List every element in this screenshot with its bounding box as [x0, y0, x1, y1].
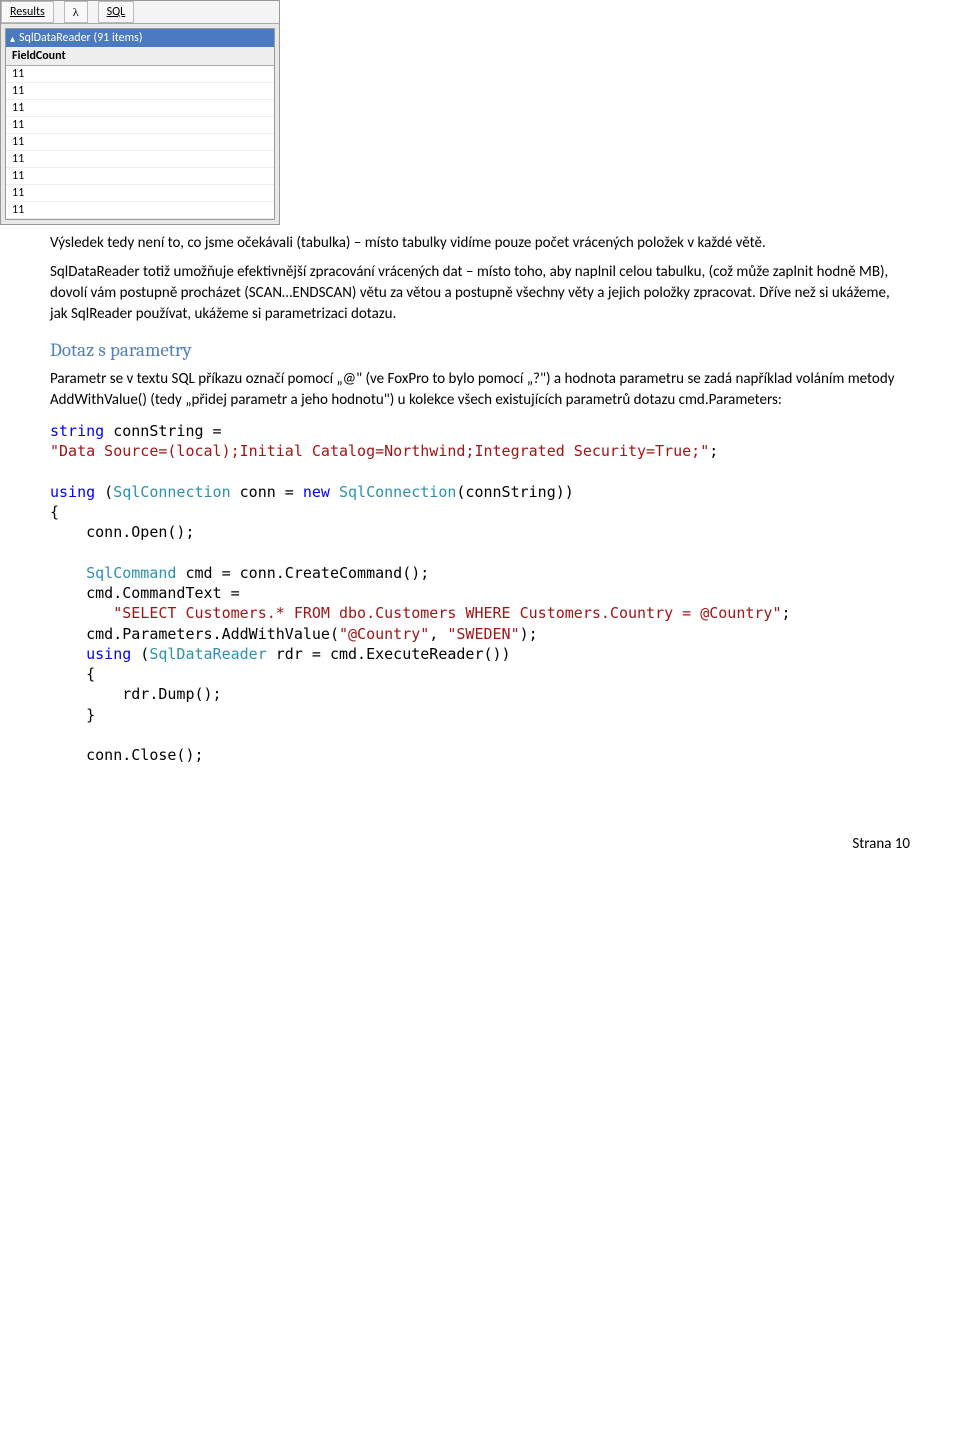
tab-bar: Results λ SQL	[1, 1, 279, 24]
table-row: 11	[6, 134, 274, 151]
table-row: 11	[6, 83, 274, 100]
reader-header: ▴ SqlDataReader (91 items)	[6, 29, 274, 47]
paragraph: Výsledek tedy není to, co jsme očekávali…	[50, 233, 910, 254]
table-row: 11	[6, 202, 274, 219]
code-block: string connString = "Data Source=(local)…	[50, 421, 910, 765]
table-row: 11	[6, 100, 274, 117]
table-row: 11	[6, 168, 274, 185]
paragraph: Parametr se v textu SQL příkazu označí p…	[50, 369, 910, 411]
section-heading: Dotaz s parametry	[50, 339, 910, 361]
table-row: 11	[6, 117, 274, 134]
tab-lambda[interactable]: λ	[64, 1, 88, 23]
results-panel: ▴ SqlDataReader (91 items) FieldCount 11…	[5, 28, 275, 220]
tab-sql[interactable]: SQL	[98, 1, 135, 23]
table-row: 11	[6, 151, 274, 168]
paragraph: SqlDataReader totiž umožňuje efektivnějš…	[50, 262, 910, 325]
document-body: Výsledek tedy není to, co jsme očekávali…	[0, 233, 960, 765]
tab-results[interactable]: Results	[1, 1, 54, 23]
results-screenshot: Results λ SQL ▴ SqlDataReader (91 items)…	[0, 0, 280, 225]
page-footer: Strana 10	[0, 775, 960, 873]
table-row: 11	[6, 66, 274, 83]
reader-header-text: SqlDataReader (91 items)	[19, 31, 142, 45]
table-row: 11	[6, 185, 274, 202]
column-header: FieldCount	[6, 47, 274, 66]
collapse-icon[interactable]: ▴	[10, 32, 15, 45]
